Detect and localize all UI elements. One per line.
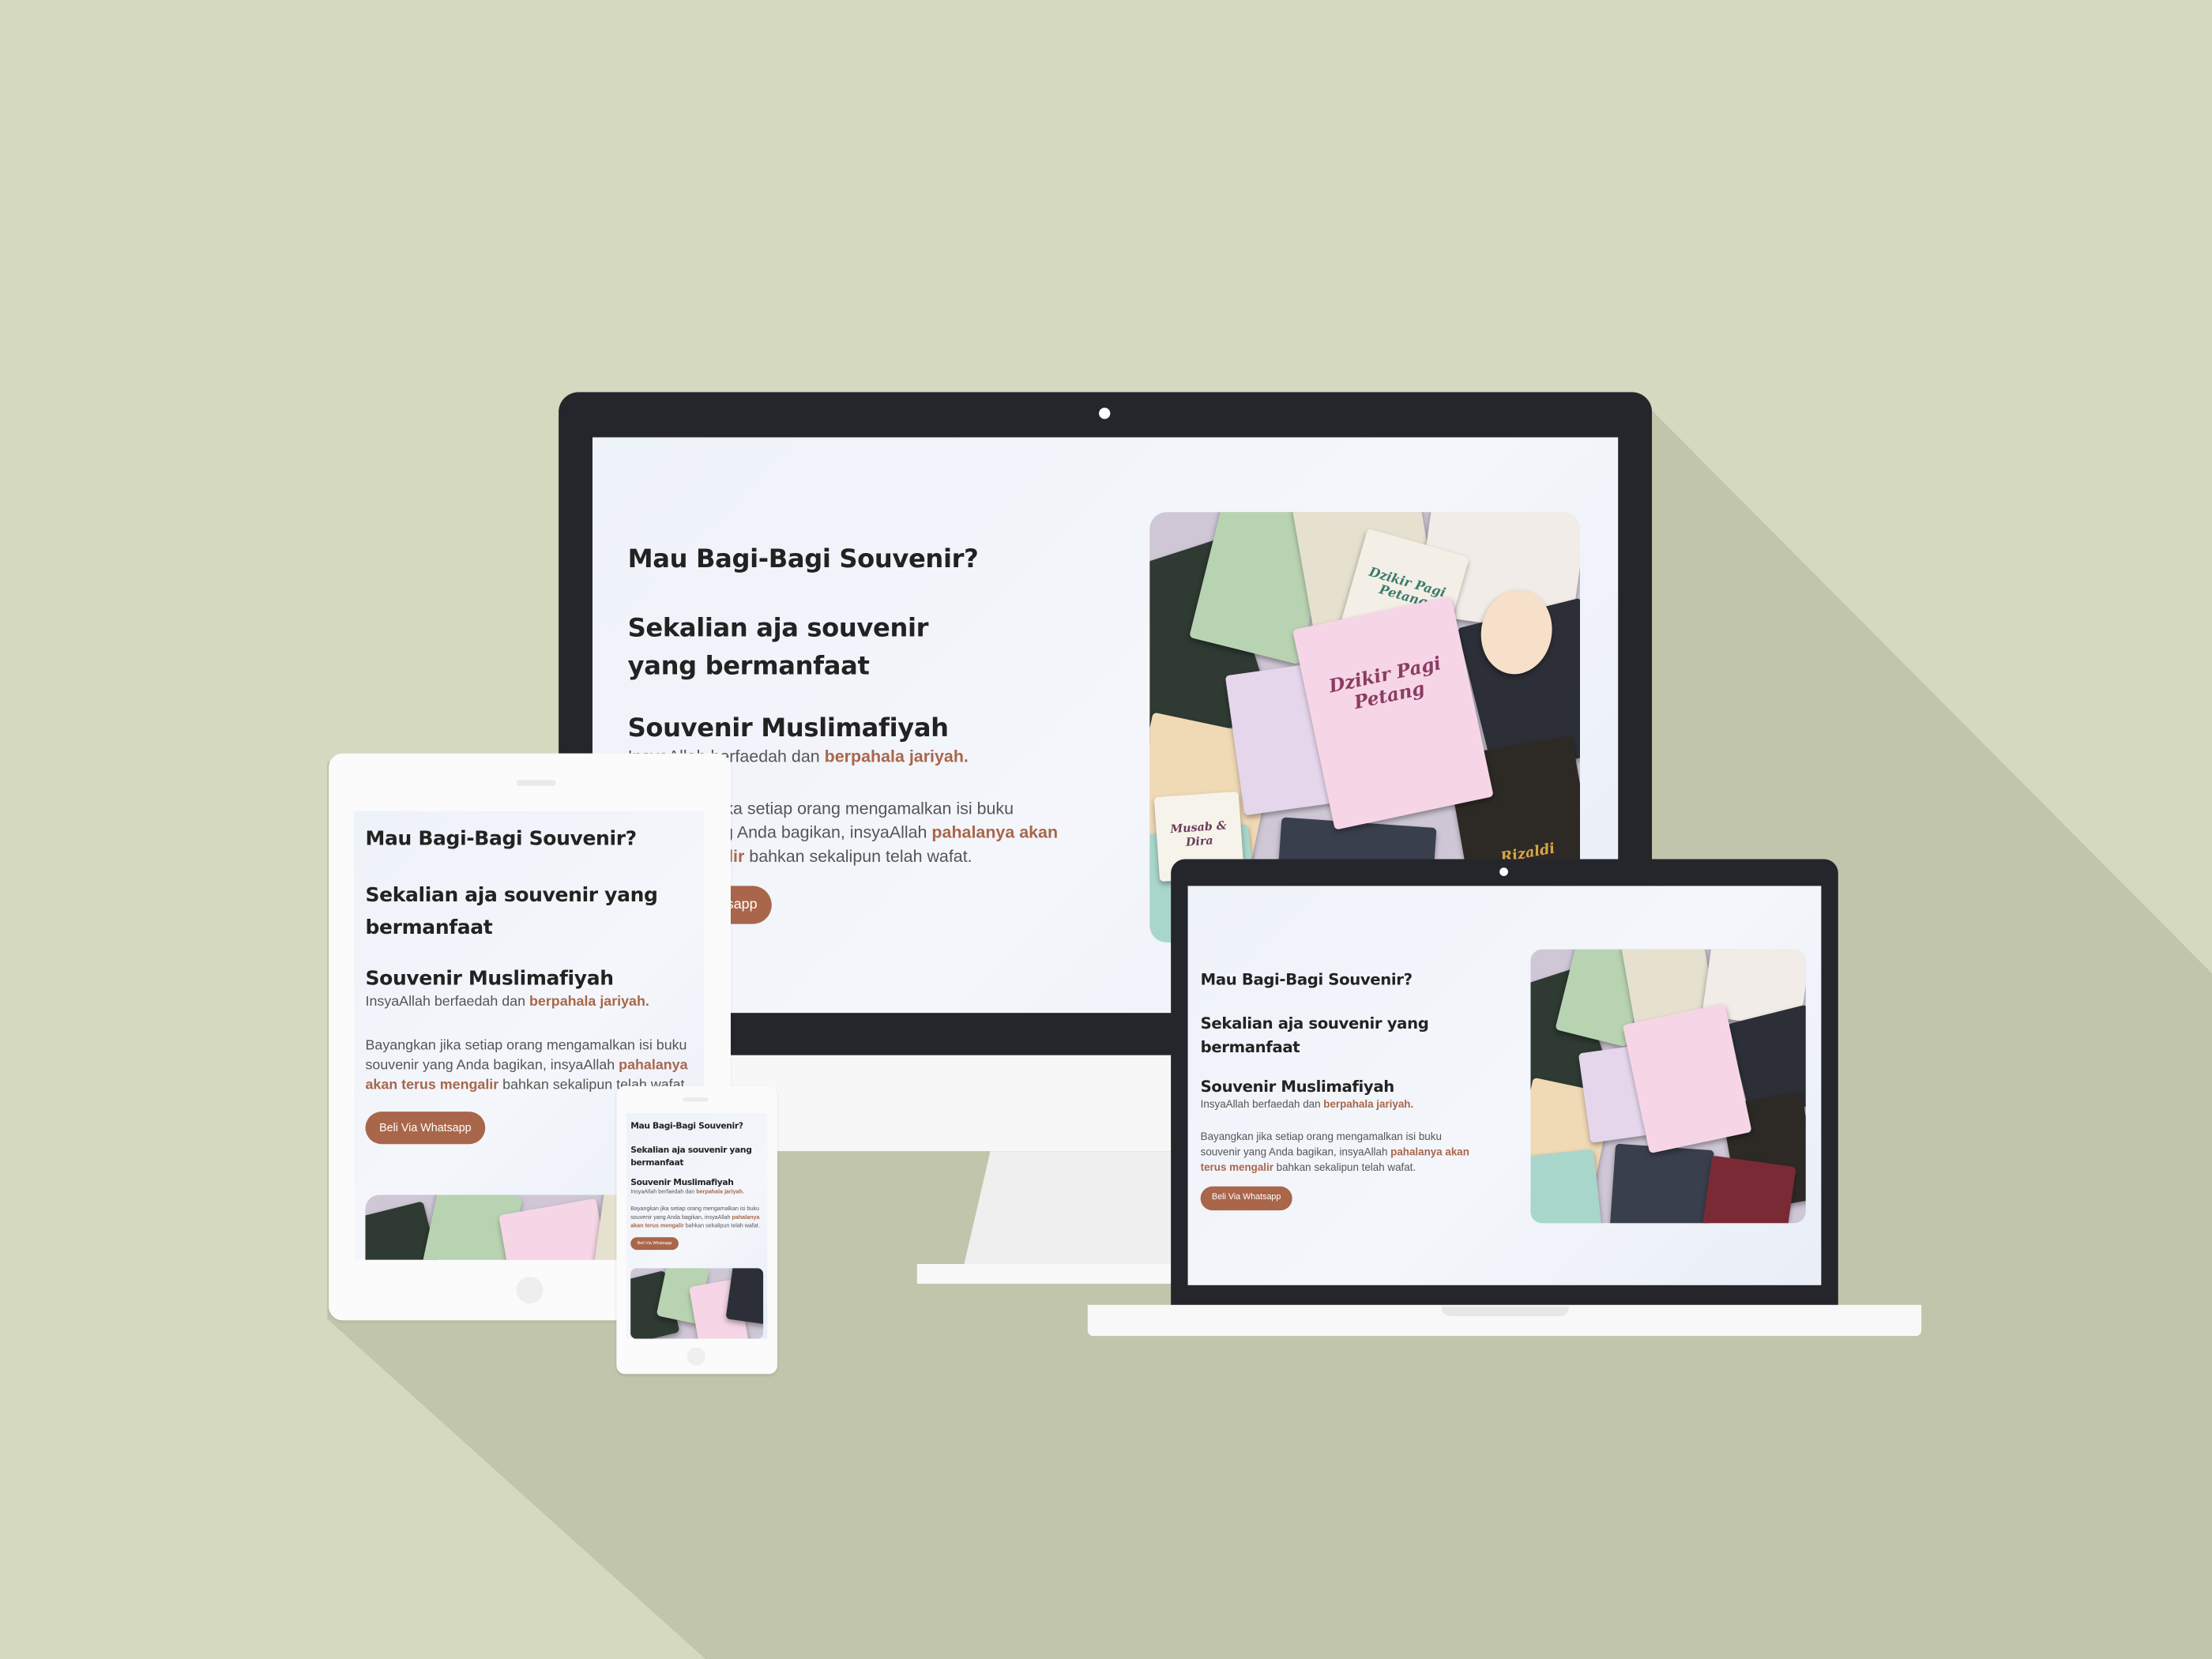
laptop-camera xyxy=(1499,867,1508,876)
whatsapp-buy-button[interactable]: Beli Via Whatsapp xyxy=(1200,1186,1292,1211)
monitor-camera xyxy=(1099,408,1111,419)
hero-subheadline: Sekalian aja souvenir yang bermanfaat xyxy=(365,884,658,940)
product-tagline: InsyaAllah berfaedah dan berpahala jariy… xyxy=(365,994,649,1010)
hero-headline: Mau Bagi-Bagi Souvenir? xyxy=(627,544,979,574)
product-tagline: InsyaAllah berfaedah dan berpahala jariy… xyxy=(1200,1097,1414,1111)
hero-headline: Mau Bagi-Bagi Souvenir? xyxy=(1200,970,1413,989)
souvenir-books-image xyxy=(630,1268,764,1339)
product-tagline: InsyaAllah berfaedah dan berpahala jariy… xyxy=(630,1187,744,1195)
laptop-screen: Mau Bagi-Bagi Souvenir? Sekalian aja sou… xyxy=(1187,886,1822,1285)
phone-speaker xyxy=(683,1097,709,1102)
book-title-2: Dzikir Pagi Petang xyxy=(1326,653,1443,714)
product-name: Souvenir Muslimafiyah xyxy=(627,713,949,744)
product-name: Souvenir Muslimafiyah xyxy=(365,968,615,991)
phone-home-button[interactable] xyxy=(687,1347,705,1366)
book-title-4: Musab & Dira xyxy=(1169,818,1228,849)
product-name: Souvenir Muslimafiyah xyxy=(630,1178,734,1188)
whatsapp-buy-button[interactable]: Beli Via Whatsapp xyxy=(365,1112,486,1145)
product-name: Souvenir Muslimafiyah xyxy=(1200,1078,1395,1097)
hero-description: Bayangkan jika setiap orang mengamalkan … xyxy=(1200,1130,1469,1174)
tablet-speaker xyxy=(516,780,556,786)
hero-description: Bayangkan jika setiap orang mengamalkan … xyxy=(630,1205,760,1229)
phone-screen: Mau Bagi-Bagi Souvenir? Sekalian aja sou… xyxy=(626,1112,768,1339)
souvenir-books-image xyxy=(1530,949,1806,1224)
mockup-stage: Mau Bagi-Bagi Souvenir? Sekalian aja sou… xyxy=(0,0,2212,1659)
hero-subheadline: Sekalian aja souvenir yang bermanfaat xyxy=(627,613,929,682)
laptop-notch xyxy=(1442,1306,1569,1317)
hero-headline: Mau Bagi-Bagi Souvenir? xyxy=(630,1121,743,1132)
hero-subheadline: Sekalian aja souvenir yang bermanfaat xyxy=(630,1146,752,1168)
hero-headline: Mau Bagi-Bagi Souvenir? xyxy=(365,828,638,851)
tablet-home-button[interactable] xyxy=(516,1277,544,1304)
hero-subheadline: Sekalian aja souvenir yang bermanfaat xyxy=(1200,1014,1429,1057)
whatsapp-buy-button[interactable]: Beli Via Whatsapp xyxy=(630,1237,679,1251)
